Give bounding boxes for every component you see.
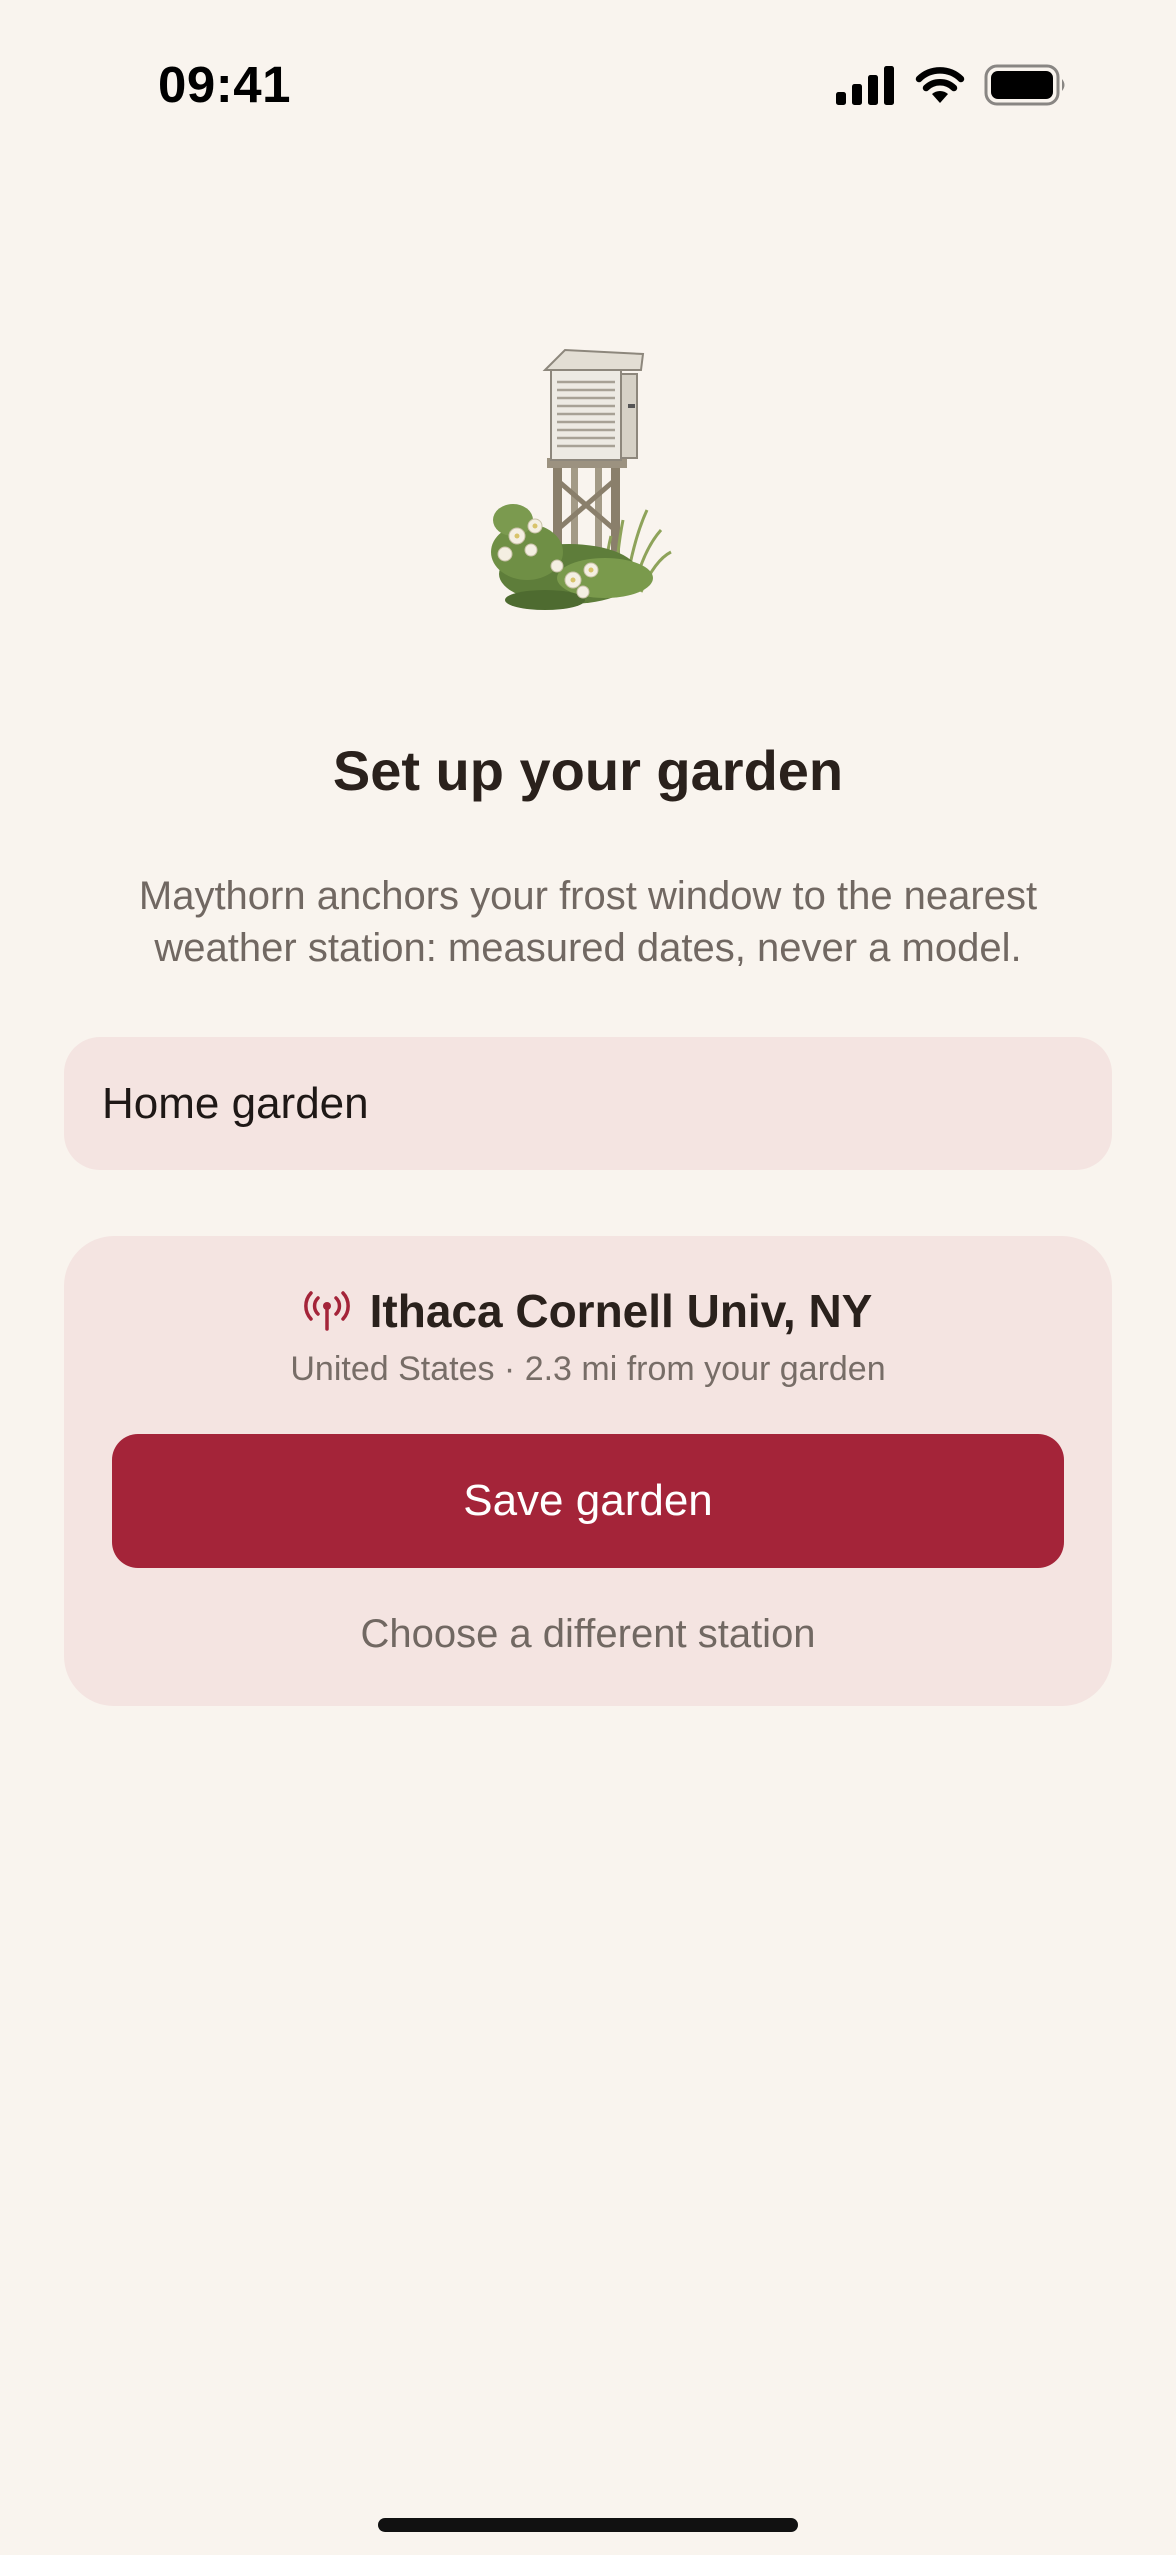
signal-icon <box>836 66 894 105</box>
wifi-icon <box>915 67 965 103</box>
choose-different-station-link[interactable]: Choose a different station <box>64 1612 1112 1657</box>
save-garden-button[interactable]: Save garden <box>112 1434 1064 1568</box>
station-name: Ithaca Cornell Univ, NY <box>369 1285 873 1337</box>
page-subtitle: Maythorn anchors your frost window to th… <box>138 874 1038 970</box>
garden-name-input[interactable]: Home garden <box>64 1037 1112 1170</box>
battery-icon <box>984 64 1065 106</box>
status-icons <box>836 64 1068 106</box>
status-bar: 09:41 <box>0 0 1176 170</box>
home-indicator[interactable] <box>378 2518 798 2532</box>
station-header: Ithaca Cornell Univ, NY <box>64 1284 1112 1338</box>
weather-station-illustration <box>491 348 672 610</box>
station-meta: United States · 2.3 mi from your garden <box>290 1350 886 1388</box>
status-time: 09:41 <box>158 56 291 113</box>
page-title: Set up your garden <box>332 739 844 802</box>
station-card: Ithaca Cornell Univ, NY United States · … <box>64 1236 1112 1706</box>
antenna-icon <box>303 1291 350 1331</box>
